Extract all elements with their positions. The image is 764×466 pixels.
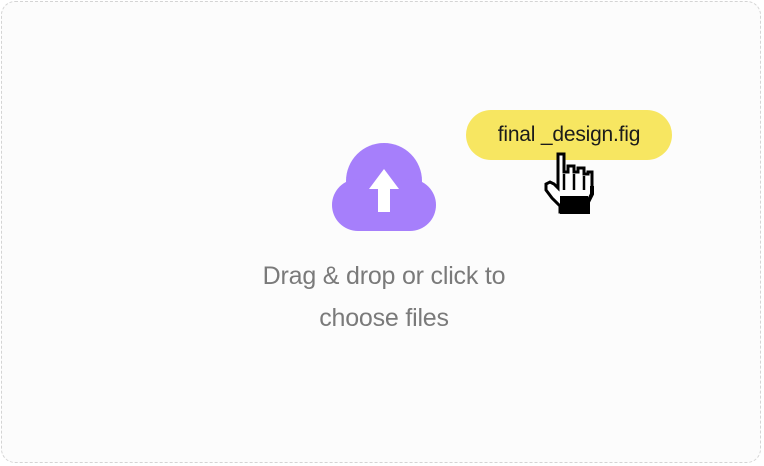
instruction-line-2: choose files (319, 304, 449, 332)
file-name: final _design.fig (497, 123, 641, 146)
dropzone-instructions: Drag & drop or click to choose files (184, 255, 584, 339)
hand-pointer-cursor-icon (544, 152, 594, 214)
instruction-line-1: Drag & drop or click to (262, 262, 506, 290)
cloud-upload-icon (332, 143, 436, 231)
file-dropzone[interactable]: Drag & drop or click to choose files (1, 1, 761, 463)
